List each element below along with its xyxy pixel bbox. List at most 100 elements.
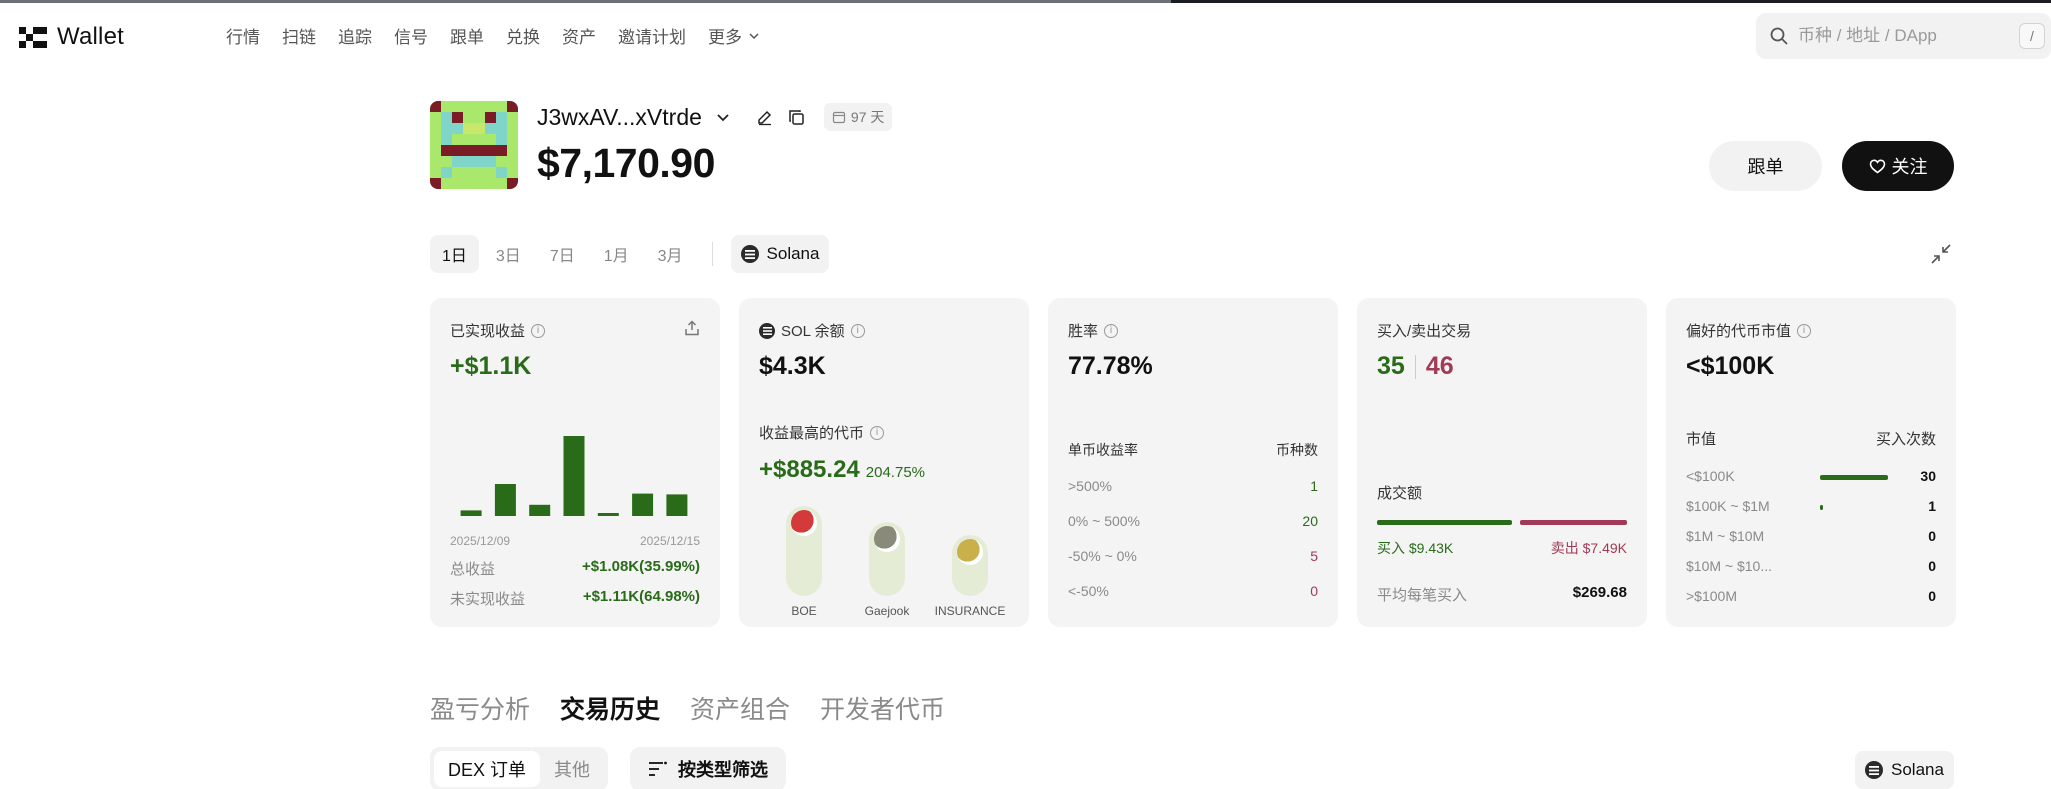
collapse-icon[interactable] <box>1930 243 1952 265</box>
chain-filter-button[interactable]: Solana <box>1855 751 1954 789</box>
market-cap-buy-count: 30 <box>1920 468 1936 484</box>
unrealized-pnl-value: +$1.11K(64.98%) <box>582 588 700 605</box>
section-tab[interactable]: 交易历史 <box>560 690 660 726</box>
info-icon[interactable]: i <box>1104 323 1119 338</box>
nav-item[interactable]: 信号 <box>394 23 428 48</box>
info-icon[interactable]: i <box>531 323 546 338</box>
okx-logo-icon <box>19 26 47 48</box>
sell-volume-bar <box>1519 520 1627 525</box>
range-tab[interactable]: 7日 <box>538 235 587 273</box>
chain-selector[interactable]: Solana <box>730 235 830 273</box>
logo-text: Wallet <box>57 23 124 50</box>
sol-balance-value: $4.3K <box>759 352 826 380</box>
edit-icon[interactable] <box>754 106 776 128</box>
range-tab[interactable]: 3日 <box>484 235 533 273</box>
order-type-tab[interactable]: DEX 订单 <box>434 751 541 787</box>
info-icon[interactable]: i <box>1797 323 1812 338</box>
market-cap-title: 偏好的代币市值 <box>1686 323 1792 340</box>
volume-label: 成交额 <box>1377 485 1423 502</box>
top-token-pnl: +$885.24 204.75% <box>759 456 925 484</box>
nav-item[interactable]: 兑换 <box>506 23 540 48</box>
nav-more[interactable]: 更多 <box>708 23 760 48</box>
wallet-header: J3wxAV...xVtrde 97 天 <box>537 103 893 131</box>
market-cap-buy-count: 0 <box>1928 588 1936 604</box>
avg-buy-row: 平均每笔买入 $269.68 <box>1377 584 1627 605</box>
solana-icon <box>740 245 759 263</box>
section-tab[interactable]: 资产组合 <box>690 690 790 726</box>
win-rate-row: >500% 1 <box>1068 478 1318 494</box>
section-tab[interactable]: 开发者代币 <box>820 690 945 726</box>
realized-pnl-title: 已实现收益 <box>450 323 526 340</box>
range-tab[interactable]: 1月 <box>592 235 641 273</box>
nav-item[interactable]: 资产 <box>562 23 596 48</box>
top-token-item[interactable]: Gaejook <box>842 522 932 618</box>
section-tab[interactable]: 盈亏分析 <box>430 690 530 726</box>
range-tab[interactable]: 1日 <box>430 235 479 273</box>
pnl-bar[interactable] <box>529 504 551 516</box>
pnl-bar[interactable] <box>597 513 619 516</box>
nav-menu: 行情 扫链 追踪 信号 跟单 兑换 资产 邀请计划 更多 <box>226 23 782 48</box>
search-box[interactable]: / <box>1756 13 2051 59</box>
buy-volume-bar <box>1377 520 1512 525</box>
market-cap-row: $100K ~ $1M 1 <box>1686 498 1936 518</box>
info-icon[interactable]: i <box>870 425 885 440</box>
nav-item[interactable]: 扫链 <box>282 23 316 48</box>
type-filter-label: 按类型筛选 <box>678 760 768 780</box>
wallet-address[interactable]: J3wxAV...xVtrde <box>537 104 702 131</box>
nav-item[interactable]: 邀请计划 <box>618 23 686 48</box>
sell-volume: 卖出 $7.49K <box>1550 540 1627 556</box>
market-cap-range: <$100K <box>1686 468 1735 484</box>
win-rate-row: 0% ~ 500% 20 <box>1068 513 1318 529</box>
share-icon[interactable] <box>684 320 700 336</box>
pnl-bar[interactable] <box>460 510 482 516</box>
return-range: <-50% <box>1068 583 1109 599</box>
copy-icon[interactable] <box>786 106 808 128</box>
win-rate-card: 胜率 i 77.78% 单币收益率 币种数 >500% 1 0% ~ 500% 20 -… <box>1048 298 1338 627</box>
buy-sell-counts: 35 46 <box>1377 352 1454 381</box>
top-token-item[interactable]: BOE <box>759 506 849 618</box>
top-token-item[interactable]: INSURANCE <box>925 535 1015 618</box>
sol-balance-title-row: SOL 余额 i <box>759 320 865 341</box>
copy-trade-button[interactable]: 跟单 <box>1709 141 1822 191</box>
pnl-date-range: 2025/12/09 2025/12/15 <box>450 534 700 548</box>
token-logo-icon <box>957 539 983 565</box>
col-buy-count: 买入次数 <box>1875 431 1936 448</box>
chevron-down-icon[interactable] <box>712 106 734 128</box>
pnl-bar[interactable] <box>632 493 654 516</box>
nav-item[interactable]: 跟单 <box>450 23 484 48</box>
token-count: 20 <box>1302 513 1318 529</box>
info-icon[interactable]: i <box>850 323 865 338</box>
chain-label: Solana <box>766 244 820 263</box>
okx-wallet-logo[interactable]: Wallet <box>19 23 124 51</box>
type-filter-button[interactable]: 按类型筛选 <box>630 747 786 789</box>
heart-icon <box>1869 158 1885 173</box>
market-cap-share-bar <box>1820 505 1823 510</box>
col-market-cap: 市值 <box>1686 431 1717 448</box>
total-pnl-row: 总收益 +$1.08K(35.99%) <box>450 558 700 579</box>
buy-count: 35 <box>1377 352 1405 380</box>
watch-button[interactable]: 关注 <box>1842 141 1954 191</box>
pnl-bar[interactable] <box>666 494 688 516</box>
nav-item[interactable]: 追踪 <box>338 23 372 48</box>
search-input[interactable] <box>1798 26 1998 46</box>
avg-buy-value: $269.68 <box>1572 584 1627 601</box>
market-cap-row: $1M ~ $10M 0 <box>1686 528 1936 548</box>
volume-split-bar <box>1377 520 1627 525</box>
calendar-icon <box>832 111 846 124</box>
col-token-return: 单币收益率 <box>1068 442 1138 458</box>
market-cap-card: 偏好的代币市值 i <$100K 市值 买入次数 <$100K 30 $100K ~… <box>1666 298 1956 627</box>
sol-balance-title: SOL 余额 <box>781 323 845 340</box>
pnl-bar[interactable] <box>494 484 516 516</box>
win-rate-value: 77.78% <box>1068 352 1153 380</box>
search-icon <box>1770 27 1788 45</box>
watch-button-label: 关注 <box>1891 157 1928 177</box>
top-token-title: 收益最高的代币 <box>759 425 865 442</box>
nav-item[interactable]: 行情 <box>226 23 260 48</box>
unrealized-pnl-row: 未实现收益 +$1.11K(64.98%) <box>450 588 700 609</box>
order-type-tab[interactable]: 其他 <box>540 751 604 787</box>
token-name: BOE <box>791 604 817 618</box>
top-token-amount: +$885.24 <box>759 456 860 483</box>
sol-balance-card: SOL 余额 i $4.3K 收益最高的代币 i +$885.24 204.75… <box>739 298 1029 627</box>
pnl-bar[interactable] <box>563 436 585 516</box>
range-tab[interactable]: 3月 <box>646 235 695 273</box>
